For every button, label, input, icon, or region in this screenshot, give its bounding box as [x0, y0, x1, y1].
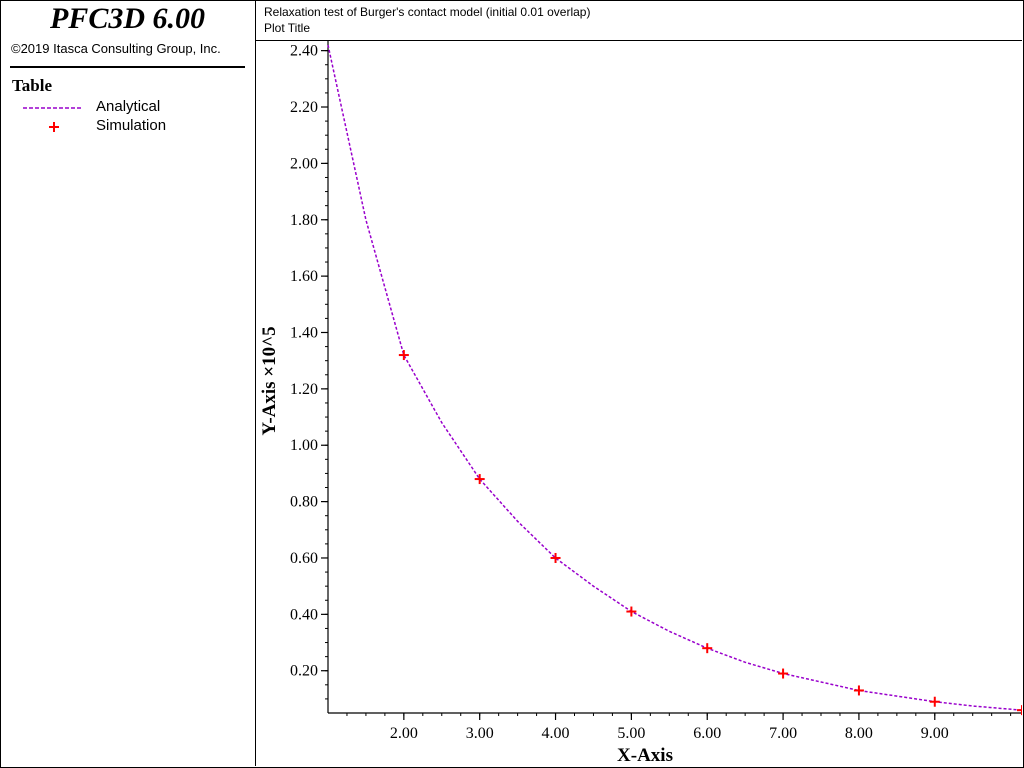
simulation-point: [929, 696, 940, 707]
legend-label-simulation: Simulation: [96, 117, 167, 134]
x-tick-label: 2.00: [390, 725, 418, 742]
simulation-point: [626, 606, 637, 617]
y-tick-label: 1.60: [290, 268, 318, 285]
x-tick-label: 9.00: [921, 725, 949, 742]
legend-title: Table: [12, 76, 53, 95]
series-analytical-line: [327, 44, 1022, 711]
y-axis-label: Y-Axis ×10^5: [259, 326, 280, 435]
app-title: PFC3D 6.00: [49, 2, 205, 35]
legend-label-analytical: Analytical: [96, 98, 161, 115]
dashed-line-swatch-icon: [23, 107, 81, 109]
y-tick-label: 2.40: [290, 43, 318, 60]
y-tick-label: 1.00: [290, 437, 318, 454]
plot-title: Plot Title: [264, 21, 311, 35]
copyright-text: ©2019 Itasca Consulting Group, Inc.: [11, 41, 221, 56]
plus-marker-swatch-icon: [49, 122, 59, 132]
simulation-point: [702, 643, 713, 654]
simulation-point: [778, 668, 789, 679]
y-tick-label: 0.40: [290, 606, 318, 623]
sidebar-separator: [10, 66, 245, 68]
y-tick-label: 1.40: [290, 324, 318, 341]
simulation-point: [398, 350, 409, 361]
plot-subtitle: Relaxation test of Burger's contact mode…: [264, 5, 591, 19]
x-axis-label: X-Axis: [617, 745, 673, 766]
x-tick-label: 6.00: [693, 725, 721, 742]
x-tick-label: 7.00: [769, 725, 797, 742]
x-tick-label: 4.00: [542, 725, 570, 742]
chart-area: 0.20 0.40 0.60 0.80 1.00 1.20 1.40 1.60 1.80 2.00…: [259, 41, 1022, 766]
x-tick-label: 3.00: [466, 725, 494, 742]
y-tick-label: 1.80: [290, 212, 318, 229]
y-tick-label: 2.00: [290, 155, 318, 172]
y-tick-label: 0.20: [290, 663, 318, 680]
y-tick-label: 0.60: [290, 550, 318, 567]
y-tick-label: 2.20: [290, 99, 318, 116]
simulation-point: [550, 552, 561, 563]
y-tick-label: 1.20: [290, 381, 318, 398]
sidebar: PFC3D 6.00 ©2019 Itasca Consulting Group…: [0, 0, 256, 766]
legend-item-analytical: Analytical: [20, 98, 240, 118]
y-tick-label: 0.80: [290, 494, 318, 511]
plot-header: Relaxation test of Burger's contact mode…: [256, 0, 1022, 41]
legend-item-simulation: Simulation: [20, 117, 240, 137]
simulation-point: [474, 474, 485, 485]
x-tick-label: 5.00: [617, 725, 645, 742]
simulation-point: [1017, 705, 1022, 716]
simulation-point: [853, 685, 864, 696]
x-tick-label: 8.00: [845, 725, 873, 742]
